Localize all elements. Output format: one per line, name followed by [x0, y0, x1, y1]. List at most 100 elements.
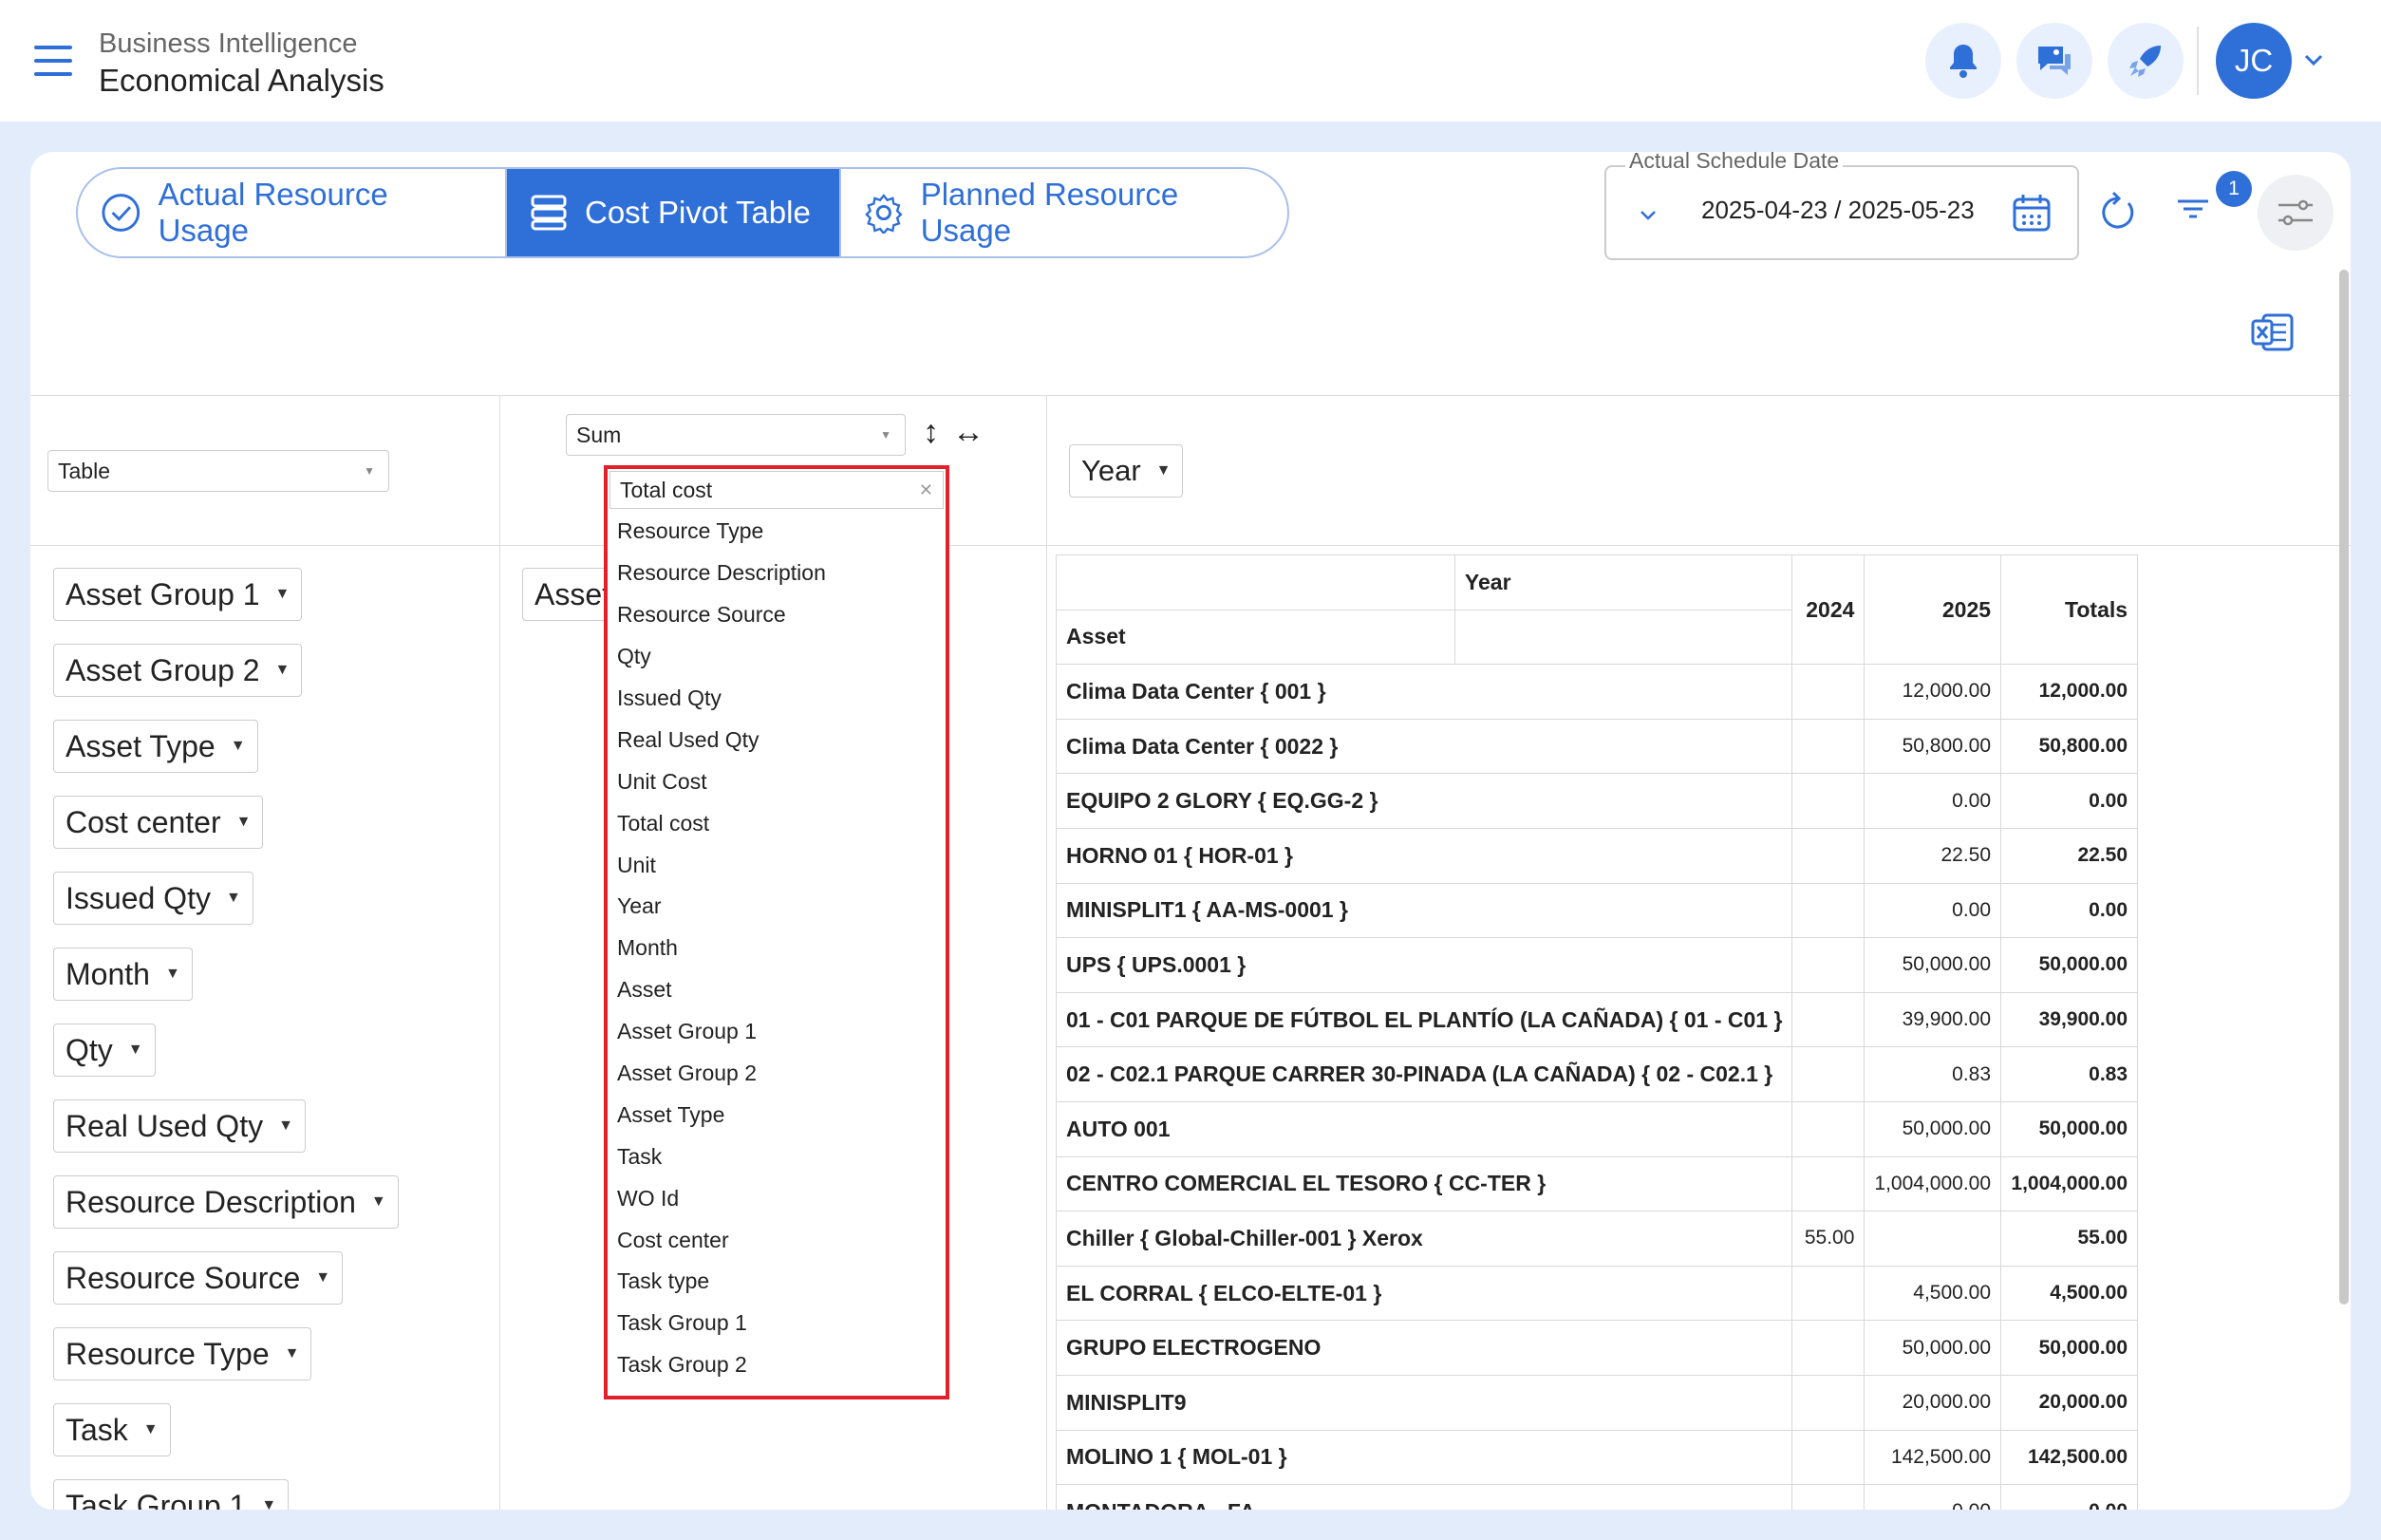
table-row: AUTO 001 50,000.00 50,000.00 — [1055, 1100, 2139, 1157]
chevron-down-icon[interactable]: ▼ — [128, 1042, 143, 1059]
value-field-dropdown[interactable]: Total cost ✕ Resource Type Resource Descr… — [604, 465, 949, 1399]
attribute-chip[interactable]: Month ▼ — [53, 948, 193, 1001]
dropdown-option[interactable]: Resource Description — [608, 553, 946, 594]
attribute-chip[interactable]: Resource Source ▼ — [53, 1251, 344, 1305]
year-2024-cell: 55.00 — [1791, 1211, 1865, 1267]
asset-cell: HORNO 01 { HOR-01 } — [1055, 827, 1793, 884]
chip-label: Resource Type — [66, 1336, 270, 1371]
year-2025-cell: 20,000.00 — [1864, 1374, 2002, 1431]
totals-header: Totals — [2000, 554, 2139, 666]
attribute-chip[interactable]: Real Used Qty ▼ — [53, 1099, 306, 1153]
row-field-chip[interactable]: Asset — [522, 568, 608, 621]
row-total-cell: 0.00 — [2000, 773, 2139, 829]
dropdown-option[interactable]: Year — [608, 886, 946, 928]
chevron-down-icon[interactable]: ▼ — [278, 1117, 293, 1135]
year-2024-cell — [1791, 1100, 1865, 1157]
pivot-divider — [30, 545, 2351, 546]
chevron-down-icon[interactable]: ▼ — [285, 1345, 300, 1362]
vertical-scrollbar[interactable] — [2339, 270, 2349, 1305]
dropdown-option[interactable]: Task Group 2 — [608, 1344, 946, 1386]
chevron-down-icon[interactable]: ▼ — [236, 814, 252, 831]
aggregator-select[interactable]: Sum ▼ — [566, 414, 906, 456]
chevron-down-icon[interactable]: ▼ — [275, 586, 291, 603]
table-row: CENTRO COMERCIAL EL TESORO { CC-TER } 1,0… — [1055, 1155, 2139, 1212]
chevron-down-icon[interactable]: ▼ — [165, 966, 180, 983]
tab-cost-pivot-table[interactable]: Cost Pivot Table — [507, 169, 839, 256]
menu-icon[interactable] — [34, 46, 72, 76]
dropdown-option[interactable]: Cost center — [608, 1219, 946, 1261]
dropdown-option[interactable]: Unit — [608, 844, 946, 886]
attribute-chip[interactable]: Asset Type ▼ — [53, 720, 258, 773]
dropdown-option[interactable]: Month — [608, 928, 946, 969]
asset-cell: GRUPO ELECTROGENO — [1055, 1320, 1793, 1376]
attribute-chip[interactable]: Qty ▼ — [53, 1024, 156, 1077]
asset-cell: MONTADORA - FA — [1055, 1484, 1793, 1510]
chevron-down-icon[interactable]: ▼ — [231, 738, 246, 755]
year-2025-cell: 0.00 — [1864, 773, 2002, 829]
year-header: 2024 — [1791, 554, 1865, 666]
dropdown-option[interactable]: Issued Qty — [608, 678, 946, 720]
clear-icon[interactable]: ✕ — [919, 480, 933, 500]
chevron-down-icon[interactable] — [1637, 203, 1659, 226]
chat-button[interactable] — [2016, 23, 2092, 99]
dropdown-option[interactable]: Real Used Qty — [608, 719, 946, 761]
chevron-down-icon[interactable]: ▼ — [226, 890, 241, 907]
table-row: UPS { UPS.0001 } 50,000.00 50,000.00 — [1055, 937, 2139, 993]
dropdown-option[interactable]: Task Group 1 — [608, 1303, 946, 1344]
calendar-icon[interactable] — [2011, 192, 2053, 234]
launch-button[interactable] — [2108, 23, 2184, 99]
asset-cell: EL CORRAL { ELCO-ELTE-01 } — [1055, 1265, 1793, 1322]
dropdown-option[interactable]: Asset Group 1 — [608, 1011, 946, 1053]
year-2024-cell — [1791, 1320, 1865, 1376]
date-range-label: Actual Schedule Date — [1625, 152, 1844, 174]
chevron-down-icon[interactable]: ▼ — [371, 1193, 386, 1211]
chevron-down-icon[interactable]: ▼ — [261, 1497, 276, 1510]
dropdown-option[interactable]: Asset — [608, 969, 946, 1011]
filter-list-icon[interactable] — [2174, 190, 2212, 228]
dropdown-selected-item[interactable]: Total cost ✕ — [609, 471, 944, 509]
chip-label: Asset — [534, 576, 608, 611]
chevron-down-icon[interactable] — [2301, 47, 2326, 72]
chevron-down-icon[interactable]: ▼ — [275, 662, 291, 679]
notifications-button[interactable] — [1925, 23, 2001, 99]
year-2024-cell — [1791, 1265, 1865, 1322]
year-2025-cell: 50,000.00 — [1864, 937, 2002, 993]
table-row: MONTADORA - FA 0.000.00 — [1055, 1484, 2139, 1510]
chevron-down-icon[interactable]: ▼ — [1156, 462, 1172, 479]
dropdown-option[interactable]: Qty — [608, 636, 946, 678]
dropdown-option[interactable]: Asset Type — [608, 1094, 946, 1136]
dropdown-option[interactable]: Asset Group 2 — [608, 1053, 946, 1095]
dropdown-option[interactable]: Task type — [608, 1261, 946, 1303]
attribute-chip[interactable]: Resource Description ▼ — [53, 1175, 399, 1229]
attribute-chip[interactable]: Cost center ▼ — [53, 796, 264, 849]
attribute-chip[interactable]: Asset Group 1 ▼ — [53, 568, 303, 621]
dropdown-option[interactable]: Unit Cost — [608, 761, 946, 802]
row-field-header: Asset — [1056, 609, 1455, 666]
attribute-chip[interactable]: Issued Qty ▼ — [53, 872, 253, 925]
attribute-chip[interactable]: Task ▼ — [53, 1403, 171, 1456]
avatar[interactable]: JC — [2216, 23, 2292, 99]
excel-export-icon[interactable] — [2250, 311, 2296, 353]
dropdown-option[interactable]: WO Id — [608, 1177, 946, 1219]
renderer-select[interactable]: Table ▼ — [47, 450, 389, 492]
settings-sliders-button[interactable] — [2258, 175, 2334, 251]
attribute-chip[interactable]: Task Group 1 ▼ — [53, 1479, 290, 1510]
table-row: MINISPLIT9 20,000.00 20,000.00 — [1055, 1374, 2139, 1431]
attribute-chip[interactable]: Asset Group 2 ▼ — [53, 644, 303, 697]
dropdown-option[interactable]: Resource Type — [608, 511, 946, 553]
dropdown-option[interactable]: Resource Source — [608, 594, 946, 636]
chevron-down-icon[interactable]: ▼ — [315, 1269, 330, 1286]
chevron-down-icon[interactable]: ▼ — [143, 1421, 159, 1438]
chat-icon — [2038, 47, 2071, 75]
tab-actual-resource-usage[interactable]: Actual Resource Usage — [78, 169, 507, 256]
dropdown-option[interactable]: Task — [608, 1136, 946, 1177]
col-sort-icon[interactable]: ↔ — [952, 414, 984, 451]
refresh-icon[interactable] — [2096, 190, 2138, 232]
column-field-chip[interactable]: Year ▼ — [1069, 444, 1184, 498]
row-total-cell: 142,500.00 — [2000, 1429, 2139, 1486]
dropdown-option[interactable]: Total cost — [608, 802, 946, 844]
attribute-chip[interactable]: Resource Type ▼ — [53, 1327, 312, 1380]
row-sort-icon[interactable]: ↕ — [923, 414, 939, 451]
tab-planned-resource-usage[interactable]: Planned Resource Usage — [839, 169, 1287, 256]
table-row: EL CORRAL { ELCO-ELTE-01 } 4,500.00 4,500.… — [1055, 1265, 2139, 1322]
